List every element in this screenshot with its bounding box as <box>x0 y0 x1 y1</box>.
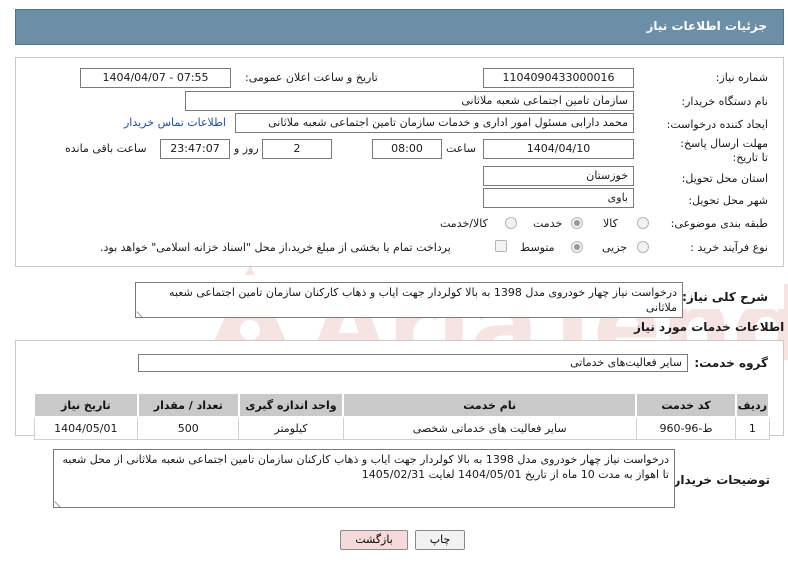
service-group-label: گروه خدمت: <box>694 356 768 370</box>
table-header-row: ردیف کد خدمت نام خدمت واحد اندازه گیری ت… <box>33 392 771 418</box>
days-label: روز و <box>234 142 259 155</box>
purchase-minor-radio[interactable] <box>637 241 649 253</box>
summary-text: درخواست نیاز چهار خودروی مدل 1398 به بال… <box>169 286 677 314</box>
province-label: استان محل تحویل: <box>681 172 768 185</box>
purchase-minor-label: جزیی <box>602 241 628 254</box>
table-row: 1 ط-96-960 سایر فعالیت های خدماتی شخصی ک… <box>33 416 770 440</box>
buyer-contact-link[interactable]: اطلاعات تماس خریدار <box>124 116 226 129</box>
page-title: جزئیات اطلاعات نیاز <box>646 19 767 33</box>
summary-textarea[interactable]: درخواست نیاز چهار خودروی مدل 1398 به بال… <box>135 282 683 318</box>
services-table: ردیف کد خدمت نام خدمت واحد اندازه گیری ت… <box>33 392 771 440</box>
purchase-medium-label: متوسط <box>520 241 555 254</box>
category-service-radio[interactable] <box>571 217 583 229</box>
creator-field: محمد دارابی مسئول امور اداری و خدمات ساز… <box>235 113 634 133</box>
cell-code: ط-96-960 <box>635 416 737 440</box>
deadline-time-label: ساعت <box>446 142 476 155</box>
col-qty-header: تعداد / مقدار <box>136 392 240 418</box>
treasury-payment-checkbox[interactable] <box>495 240 507 252</box>
category-goods-radio[interactable] <box>637 217 649 229</box>
days-field: 2 <box>262 139 332 159</box>
cell-row: 1 <box>735 416 770 440</box>
col-unit-header: واحد اندازه گیری <box>237 392 345 418</box>
cell-date: 1404/05/01 <box>33 416 139 440</box>
col-code-header: کد خدمت <box>635 392 737 418</box>
treasury-payment-note: پرداخت تمام یا بخشی از مبلغ خرید،از محل … <box>100 241 451 254</box>
service-group-field: سایر فعالیت‌های خدماتی <box>138 354 688 372</box>
services-section-title: اطلاعات خدمات مورد نیاز <box>634 320 785 334</box>
announce-label: تاریخ و ساعت اعلان عمومی: <box>245 71 378 84</box>
deadline-date-field: 1404/04/10 <box>483 139 634 159</box>
purchase-medium-radio[interactable] <box>571 241 583 253</box>
need-number-label: شماره نیاز: <box>715 71 768 84</box>
buyer-notes-textarea[interactable]: درخواست نیاز چهار خودروی مدل 1398 به بال… <box>53 449 675 508</box>
province-field: خوزستان <box>483 166 634 186</box>
announce-field: 1404/04/07 - 07:55 <box>80 68 231 88</box>
col-row-header: ردیف <box>734 392 771 418</box>
buyer-notes-text: درخواست نیاز چهار خودروی مدل 1398 به بال… <box>62 453 670 481</box>
resize-handle-icon[interactable] <box>136 306 148 317</box>
category-goods-service-label: کالا/خدمت <box>440 217 488 230</box>
print-button[interactable]: چاپ <box>415 530 465 550</box>
page-header: جزئیات اطلاعات نیاز <box>15 9 784 45</box>
category-label: طبقه بندی موضوعی: <box>670 217 768 230</box>
cell-unit: کیلومتر <box>238 416 344 440</box>
city-label: شهر محل تحویل: <box>688 194 768 207</box>
buyer-notes-label: توضیحات خریدار: <box>668 473 770 487</box>
summary-label: شرح کلی نیاز: <box>682 290 768 304</box>
cell-qty: 500 <box>137 416 240 440</box>
city-field: باوی <box>483 188 634 208</box>
buyer-org-label: نام دستگاه خریدار: <box>681 95 768 108</box>
category-goods-service-radio[interactable] <box>505 217 517 229</box>
category-goods-label: کالا <box>603 217 618 230</box>
need-number-field: 1104090433000016 <box>483 68 634 88</box>
col-date-header: تاریخ نیاز <box>33 392 139 418</box>
category-service-label: خدمت <box>533 217 563 230</box>
resize-handle-icon[interactable] <box>54 496 66 507</box>
creator-label: ایجاد کننده درخواست: <box>666 118 768 131</box>
back-button[interactable]: بازگشت <box>340 530 408 550</box>
need-info-panel <box>15 57 784 267</box>
purchase-type-label: نوع فرآیند خرید : <box>690 241 768 254</box>
cell-name: سایر فعالیت های خدماتی شخصی <box>342 416 637 440</box>
remaining-label: ساعت باقی مانده <box>65 142 147 155</box>
buyer-org-field: سازمان تامین اجتماعی شعبه ملاثانی <box>185 91 634 111</box>
deadline-label: مهلت ارسال پاسخ: تا تاریخ: <box>680 137 768 164</box>
deadline-time-field: 08:00 <box>372 139 442 159</box>
remaining-time-field: 23:47:07 <box>160 139 230 159</box>
col-name-header: نام خدمت <box>342 392 638 418</box>
